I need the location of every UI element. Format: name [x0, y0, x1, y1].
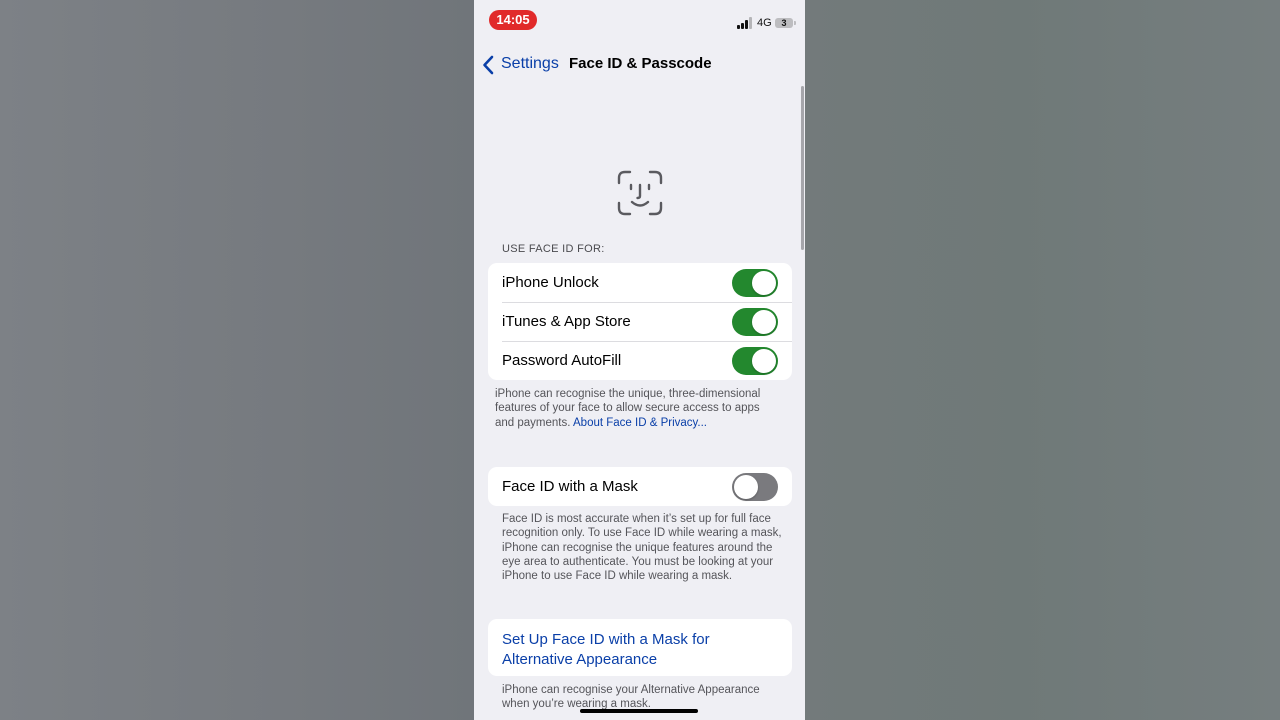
- scroll-indicator[interactable]: [801, 86, 804, 250]
- face-id-footer: iPhone can recognise the unique, three-d…: [495, 387, 779, 430]
- back-button-label: Settings: [501, 55, 559, 72]
- face-id-icon: [617, 170, 663, 216]
- setting-row-face-id-mask: Face ID with a Mask: [488, 467, 792, 506]
- toggle-knob: [734, 475, 758, 499]
- setting-label: iTunes & App Store: [502, 313, 631, 330]
- navigation-bar: Settings Face ID & Passcode: [474, 50, 805, 78]
- about-face-id-privacy-link[interactable]: About Face ID & Privacy...: [573, 417, 707, 429]
- itunes-app-store-toggle[interactable]: [732, 308, 778, 336]
- page-title: Face ID & Passcode: [569, 55, 712, 72]
- setting-label: Face ID with a Mask: [502, 478, 638, 495]
- mask-footer: Face ID is most accurate when it’s set u…: [502, 513, 782, 583]
- alternative-appearance-group: Set Up Face ID with a Mask for Alternati…: [488, 619, 792, 676]
- iphone-unlock-toggle[interactable]: [732, 269, 778, 297]
- status-bar: 14:05 4G 3: [474, 0, 805, 40]
- battery-icon: 3: [775, 18, 793, 28]
- section-header-use-face-id: USE FACE ID FOR:: [502, 243, 605, 255]
- use-face-id-group: iPhone Unlock iTunes & App Store Passwor…: [488, 263, 792, 380]
- blurred-background-right: [805, 0, 1280, 720]
- blurred-background-left: [0, 0, 474, 720]
- toggle-knob: [752, 349, 776, 373]
- setting-label: iPhone Unlock: [502, 274, 599, 291]
- chevron-left-icon: [483, 55, 494, 75]
- setting-row-itunes-app-store: iTunes & App Store: [488, 302, 792, 341]
- face-id-mask-toggle[interactable]: [732, 473, 778, 501]
- mask-group: Face ID with a Mask: [488, 467, 792, 506]
- toggle-knob: [752, 271, 776, 295]
- setting-row-iphone-unlock: iPhone Unlock: [488, 263, 792, 302]
- set-up-alternative-appearance-button[interactable]: Set Up Face ID with a Mask for Alternati…: [502, 630, 742, 669]
- setting-row-password-autofill: Password AutoFill: [488, 341, 792, 380]
- phone-screen: 14:05 4G 3 Settings Face ID & Passcode U…: [474, 0, 805, 720]
- password-autofill-toggle[interactable]: [732, 347, 778, 375]
- toggle-knob: [752, 310, 776, 334]
- battery-cap: [794, 21, 796, 25]
- alternative-footer: iPhone can recognise your Alternative Ap…: [502, 684, 760, 711]
- setting-label: Password AutoFill: [502, 352, 622, 369]
- home-indicator[interactable]: [580, 709, 698, 713]
- status-time: 14:05: [489, 10, 537, 30]
- network-type: 4G: [757, 17, 772, 29]
